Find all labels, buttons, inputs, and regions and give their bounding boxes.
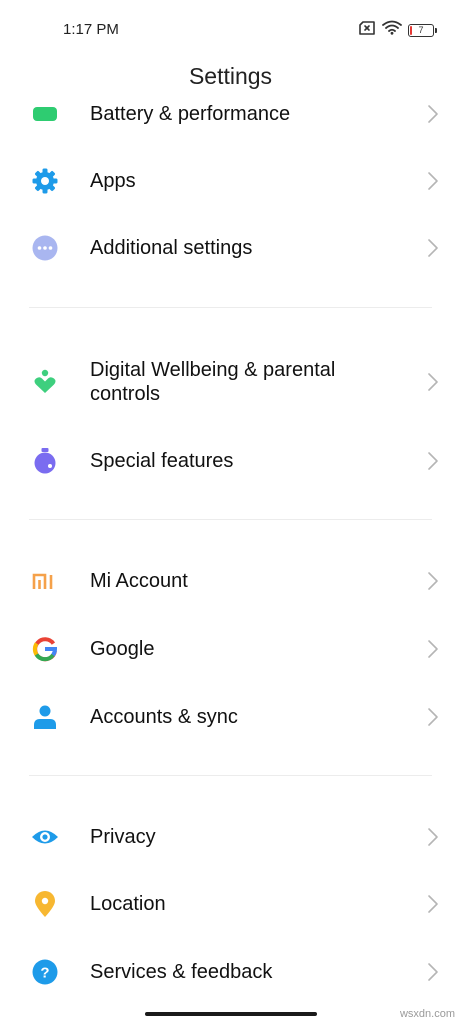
settings-item-google[interactable]: Google — [0, 617, 461, 681]
status-bar: 1:17 PM 7 — [0, 0, 461, 60]
settings-item-additional-settings[interactable]: Additional settings — [0, 216, 461, 280]
settings-item-services-feedback[interactable]: ? Services & feedback — [0, 940, 461, 1004]
battery-tip — [435, 27, 437, 33]
status-icons: 7 — [358, 20, 437, 40]
watermark: wsxdn.com — [399, 1008, 455, 1020]
settings-item-battery-performance[interactable]: Battery & performance — [0, 100, 461, 146]
more-dots-icon — [31, 234, 59, 262]
settings-item-label: Services & feedback — [90, 961, 273, 983]
special-features-icon — [31, 447, 59, 475]
battery-icon: 7 — [408, 23, 434, 37]
home-indicator[interactable] — [145, 1012, 317, 1016]
section-divider — [29, 775, 432, 776]
settings-item-accounts-sync[interactable]: Accounts & sync — [0, 685, 461, 749]
sim-card-x-icon — [358, 20, 376, 40]
chevron-right-icon — [428, 373, 438, 391]
settings-item-digital-wellbeing[interactable]: Digital Wellbeing & parental controls — [0, 344, 461, 420]
settings-item-label: Location — [90, 893, 166, 915]
chevron-right-icon — [428, 895, 438, 913]
settings-item-label: Special features — [90, 450, 234, 472]
mi-logo-icon — [31, 567, 59, 595]
chevron-right-icon — [428, 452, 438, 470]
wellbeing-heart-icon — [31, 368, 59, 396]
person-icon — [31, 703, 59, 731]
settings-item-label: Privacy — [90, 826, 156, 848]
google-g-icon — [31, 635, 59, 663]
settings-item-label: Mi Account — [90, 570, 188, 592]
chevron-right-icon — [428, 963, 438, 981]
settings-item-label: Accounts & sync — [90, 706, 238, 728]
settings-item-mi-account[interactable]: Mi Account — [0, 549, 461, 613]
settings-item-apps[interactable]: Apps — [0, 149, 461, 213]
chevron-right-icon — [428, 708, 438, 726]
battery-icon — [31, 100, 59, 128]
chevron-right-icon — [428, 239, 438, 257]
settings-item-label: Battery & performance — [90, 103, 291, 125]
help-icon: ? — [31, 958, 59, 986]
chevron-right-icon — [428, 640, 438, 658]
settings-item-label: Apps — [90, 170, 136, 192]
settings-list[interactable]: Battery & performance Apps Additional se… — [0, 100, 461, 1024]
location-pin-icon — [31, 890, 59, 918]
svg-text:?: ? — [40, 965, 49, 982]
chevron-right-icon — [428, 572, 438, 590]
settings-item-location[interactable]: Location — [0, 872, 461, 936]
settings-item-label: Google — [90, 638, 155, 660]
settings-item-label: Additional settings — [90, 237, 253, 259]
section-divider — [29, 307, 432, 308]
settings-item-privacy[interactable]: Privacy — [0, 805, 461, 869]
settings-item-label: Digital Wellbeing & parental controls — [90, 359, 336, 405]
gear-icon — [31, 167, 59, 195]
eye-icon — [31, 823, 59, 851]
chevron-right-icon — [428, 172, 438, 190]
battery-level-text: 7 — [418, 24, 424, 35]
status-time: 1:17 PM — [63, 21, 119, 38]
settings-item-special-features[interactable]: Special features — [0, 429, 461, 493]
wifi-icon — [382, 20, 402, 40]
chevron-right-icon — [428, 828, 438, 846]
chevron-right-icon — [428, 105, 438, 123]
page-title: Settings — [188, 63, 273, 89]
section-divider — [29, 519, 432, 520]
